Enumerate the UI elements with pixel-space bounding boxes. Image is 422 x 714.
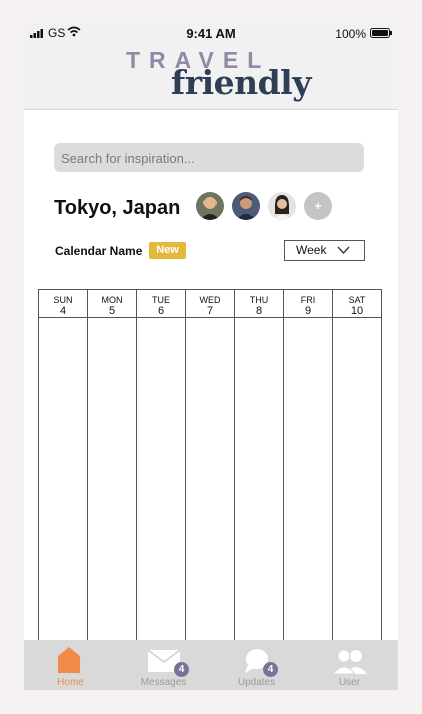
tab-messages[interactable]: 4 Messages: [117, 640, 210, 690]
battery-percent: 100%: [335, 27, 366, 41]
day-header: SUN 4: [39, 290, 87, 318]
day-name: MON: [101, 295, 123, 305]
search-placeholder: Search for inspiration...: [61, 151, 195, 166]
day-header: FRI 9: [284, 290, 332, 318]
day-number: 7: [206, 305, 214, 317]
day-column[interactable]: THU 8: [235, 290, 284, 648]
add-person-button[interactable]: +: [304, 192, 332, 220]
status-bar: GS 9:41 AM 100%: [24, 23, 398, 43]
day-column[interactable]: SAT 10: [333, 290, 381, 648]
day-column[interactable]: MON 5: [88, 290, 137, 648]
day-header: THU 8: [235, 290, 283, 318]
home-icon: [57, 647, 81, 673]
tab-user[interactable]: User: [303, 640, 396, 690]
logo-friendly: friendly: [171, 63, 311, 102]
phone-screen: GS 9:41 AM 100% TRAVEL friendly Search f…: [24, 23, 398, 690]
view-select-value: Week: [296, 243, 327, 257]
chat-bubble-icon: [245, 649, 268, 673]
day-column[interactable]: WED 7: [186, 290, 235, 648]
tab-label: User: [338, 677, 361, 688]
avatar[interactable]: [268, 192, 296, 220]
day-header: MON 5: [88, 290, 136, 318]
users-icon: [332, 649, 367, 674]
day-number: 6: [157, 305, 165, 317]
tab-home[interactable]: Home: [24, 640, 117, 690]
day-number: 4: [59, 305, 67, 317]
day-header: SAT 10: [333, 290, 381, 318]
avatar[interactable]: [196, 192, 224, 220]
day-number: 9: [304, 305, 312, 317]
trip-location: Tokyo, Japan: [54, 197, 181, 219]
tab-label: Home: [57, 677, 84, 688]
count-badge: 4: [174, 662, 189, 677]
search-input[interactable]: Search for inspiration...: [54, 143, 364, 172]
battery-icon: [370, 28, 392, 38]
envelope-icon: [147, 649, 181, 672]
day-number: 8: [255, 305, 263, 317]
day-number: 10: [350, 305, 364, 317]
tab-label: Updates: [237, 677, 276, 688]
day-name: FRI: [300, 295, 316, 305]
new-badge: New: [149, 242, 186, 259]
day-name: THU: [249, 295, 269, 305]
day-header: TUE 6: [137, 290, 185, 318]
avatar[interactable]: [232, 192, 260, 220]
tab-bar: Home 4 Messages 4 Updates User: [24, 640, 398, 690]
day-name: SAT: [348, 295, 366, 305]
tab-updates[interactable]: 4 Updates: [210, 640, 303, 690]
day-column[interactable]: FRI 9: [284, 290, 333, 648]
view-select[interactable]: Week: [284, 240, 365, 261]
week-calendar: SUN 4 MON 5 TUE 6 WED 7 THU 8 FRI 9 SAT …: [38, 289, 382, 649]
day-header: WED 7: [186, 290, 234, 318]
day-name: SUN: [53, 295, 73, 305]
count-badge: 4: [263, 662, 278, 677]
day-column[interactable]: TUE 6: [137, 290, 186, 648]
day-number: 5: [108, 305, 116, 317]
day-name: WED: [199, 295, 221, 305]
app-header: GS 9:41 AM 100% TRAVEL friendly: [24, 23, 398, 110]
calendar-name: Calendar Name: [55, 244, 143, 258]
chevron-down-icon: [337, 246, 350, 254]
day-name: TUE: [152, 295, 170, 305]
tab-label: Messages: [140, 677, 187, 688]
day-column[interactable]: SUN 4: [39, 290, 88, 648]
